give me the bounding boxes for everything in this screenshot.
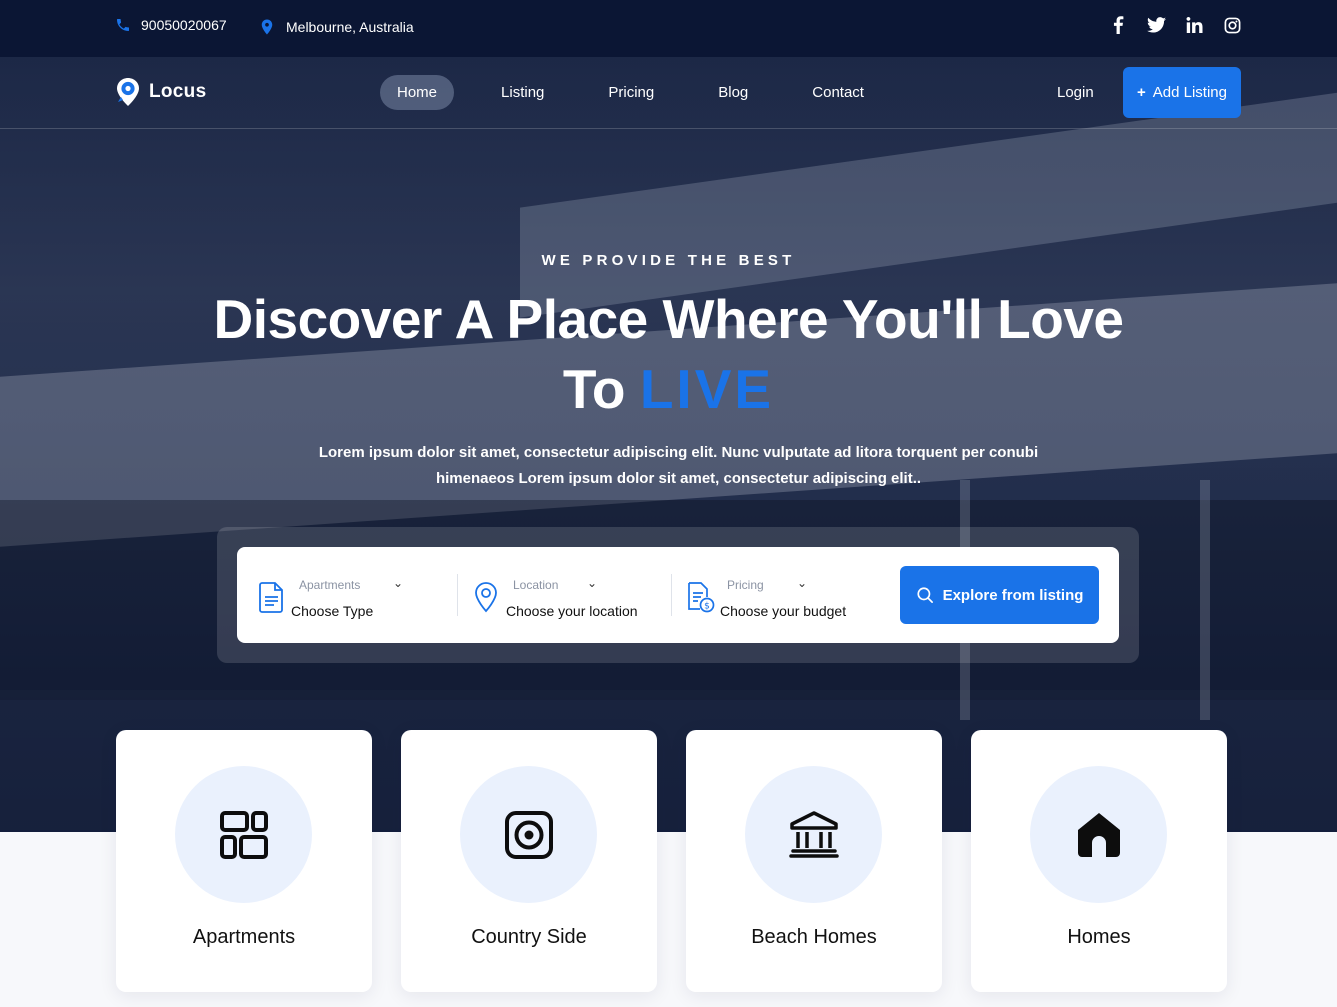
chevron-down-icon: ⌄ (393, 576, 404, 590)
twitter-icon[interactable] (1146, 15, 1166, 35)
top-bar: 90050020067 Melbourne, Australia (0, 0, 1337, 57)
target-square-icon (504, 810, 553, 859)
category-icon-circle (1030, 766, 1167, 903)
add-listing-button[interactable]: + Add Listing (1123, 67, 1241, 118)
location-select[interactable]: Location ⌄ Choose your location (471, 575, 671, 619)
nav-item-pricing[interactable]: Pricing (591, 75, 671, 110)
headline-accent: LIVE (639, 358, 775, 420)
svg-text:$: $ (704, 602, 710, 612)
phone-icon (117, 19, 129, 31)
headline-line-2: To LIVE (0, 354, 1337, 424)
nav-menu: Home Listing Pricing Blog Contact (380, 75, 911, 110)
document-icon (259, 582, 283, 613)
map-pin-icon (475, 582, 497, 613)
category-name: Homes (1067, 926, 1131, 948)
location-contact: Melbourne, Australia (258, 17, 414, 37)
location-value: Choose your location (506, 603, 638, 619)
category-card-country-side[interactable]: Country Side (401, 730, 657, 992)
login-link[interactable]: Login (1057, 84, 1094, 101)
field-divider (671, 574, 672, 616)
hero-pillar (1200, 480, 1210, 720)
category-name: Beach Homes (751, 926, 877, 948)
category-name: Apartments (192, 926, 296, 948)
price-document-icon: $ (688, 582, 715, 613)
brand-logo[interactable]: Locus (115, 77, 206, 107)
hero-headline: Discover A Place Where You'll Love To LI… (0, 284, 1337, 424)
type-value: Choose Type (291, 603, 374, 619)
nav-item-home[interactable]: Home (380, 75, 455, 110)
phone-number: 90050020067 (141, 17, 227, 33)
location-text: Melbourne, Australia (286, 19, 414, 35)
pricing-select[interactable]: $ Pricing ⌄ Choose your budget (685, 575, 885, 619)
plus-icon: + (1137, 84, 1146, 101)
explore-button[interactable]: Explore from listing (900, 566, 1099, 624)
nav-item-listing[interactable]: Listing (484, 75, 561, 110)
facebook-icon[interactable] (1108, 15, 1128, 35)
search-bar: Apartments ⌄ Choose Type Location ⌄ Choo… (237, 547, 1119, 643)
field-divider (457, 574, 458, 616)
type-label: Apartments (299, 578, 361, 592)
headline-to: To (562, 358, 626, 420)
add-listing-label: Add Listing (1152, 84, 1227, 101)
brand-name: Locus (149, 81, 207, 102)
category-name: Country Side (471, 926, 587, 948)
headline-line-1: Discover A Place Where You'll Love (213, 288, 1124, 350)
home-icon (1077, 812, 1120, 857)
category-icon-circle (745, 766, 882, 903)
category-icon-circle (460, 766, 597, 903)
nav-item-blog[interactable]: Blog (701, 75, 765, 110)
hero-eyebrow: WE PROVIDE THE BEST (541, 252, 796, 269)
pricing-value: Choose your budget (720, 603, 847, 619)
social-links (1108, 15, 1242, 35)
type-select[interactable]: Apartments ⌄ Choose Type (257, 575, 457, 619)
category-icon-circle (175, 766, 312, 903)
nav-item-contact[interactable]: Contact (795, 75, 881, 110)
chevron-down-icon: ⌄ (587, 576, 598, 590)
main-navigation: Locus Home Listing Pricing Blog Contact … (0, 57, 1337, 129)
category-card-apartments[interactable]: Apartments (116, 730, 372, 992)
grid-layout-icon (219, 810, 268, 859)
category-card-homes[interactable]: Homes (971, 730, 1227, 992)
pricing-label: Pricing (727, 578, 764, 592)
bank-building-icon (788, 810, 839, 858)
instagram-icon[interactable] (1222, 15, 1242, 35)
phone-contact[interactable]: 90050020067 (115, 17, 227, 33)
chevron-down-icon: ⌄ (797, 576, 808, 590)
locus-logo-icon (117, 78, 139, 106)
category-card-beach-homes[interactable]: Beach Homes (686, 730, 942, 992)
map-pin-icon (261, 19, 273, 35)
linkedin-icon[interactable] (1184, 15, 1204, 35)
search-icon (916, 587, 933, 603)
hero-lead: Lorem ipsum dolor sit amet, consectetur … (318, 444, 1039, 487)
explore-label: Explore from listing (942, 586, 1084, 604)
location-label: Location (513, 578, 559, 592)
